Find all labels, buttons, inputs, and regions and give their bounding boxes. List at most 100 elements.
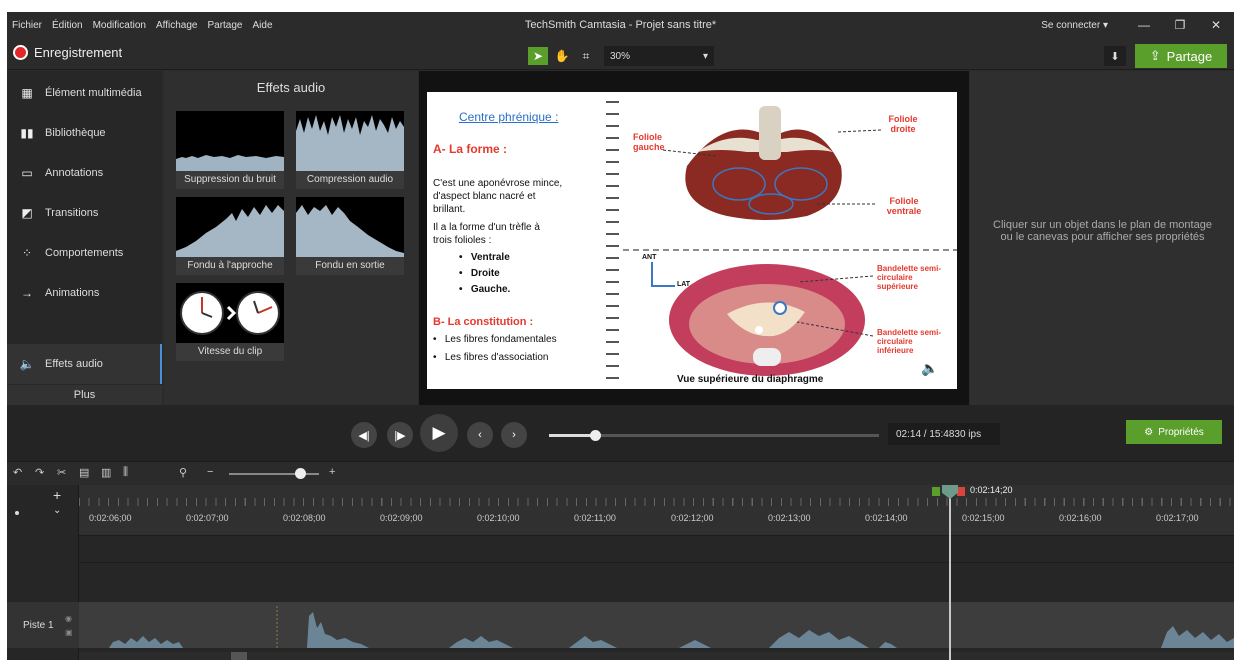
label-ant: ANT [642, 254, 657, 261]
properties-button[interactable]: ⚙ Propriétés [1126, 420, 1222, 444]
audio-waveform [109, 606, 1234, 648]
slide-heading: Centre phrénique : [459, 110, 559, 124]
track-handle-icon [15, 511, 19, 515]
share-label: Partage [1166, 48, 1213, 64]
scrubber-handle[interactable] [590, 430, 602, 441]
label-foliole-ventrale: Foliole ventrale [886, 196, 922, 216]
copy-icon[interactable]: ▤ [79, 466, 89, 479]
restore-icon[interactable]: ❐ [1162, 18, 1198, 32]
more-button[interactable]: Plus [7, 385, 162, 405]
preview-canvas[interactable]: Centre phrénique : A- La forme : C'est u… [419, 71, 969, 405]
record-icon [13, 45, 28, 60]
section-a-title: A- La forme : [433, 142, 508, 156]
selection-start-marker[interactable] [932, 487, 940, 496]
visibility-icon[interactable]: ◉ [65, 614, 72, 623]
section-a-line: d'aspect blanc nacré et [433, 191, 536, 202]
selection-end-marker[interactable] [957, 487, 965, 496]
crop-tool-icon[interactable]: ⌗ [576, 47, 596, 65]
effect-noise-removal[interactable]: Suppression du bruit [176, 111, 284, 189]
sidebar-item-media[interactable]: ▦ Élément multimédia [7, 73, 162, 113]
pan-tool-icon[interactable]: ✋ [552, 47, 572, 65]
main-toolbar: Enregistrement ➤ ✋ ⌗ 30% ▾ ⬇ ⇪ Partage [7, 38, 1234, 70]
section-b-title: B- La constitution : [433, 316, 534, 328]
menu-edition[interactable]: Édition [47, 20, 88, 31]
playback-scrubber[interactable] [549, 430, 879, 441]
sign-in-button[interactable]: Se connecter ▾ [1041, 20, 1108, 31]
ruler-label: 0:02:07;00 [186, 513, 229, 523]
zoom-select[interactable]: 30% ▾ [604, 46, 714, 66]
menu-affichage[interactable]: Affichage [151, 20, 203, 31]
current-time: 02:14 / 15:48 [896, 428, 955, 440]
media-icon: ▦ [21, 86, 33, 100]
zoom-out-icon[interactable]: − [207, 466, 213, 478]
waveform-thumbnail [296, 111, 404, 171]
record-button[interactable]: Enregistrement [13, 45, 122, 60]
sidebar-item-label: Annotations [45, 167, 104, 179]
scrubber-fill [549, 434, 596, 437]
pointer-tool-icon[interactable]: ➤ [528, 47, 548, 65]
undo-icon[interactable]: ↶ [13, 466, 22, 479]
sidebar-item-behaviors[interactable]: ⁘ Comportements [7, 233, 162, 273]
menu-bar: Fichier Édition Modification Affichage P… [7, 12, 1234, 38]
play-icon[interactable]: ▶ [420, 414, 458, 452]
label-lat: LAT [677, 281, 691, 288]
share-button[interactable]: ⇪ Partage [1135, 44, 1227, 68]
clip-speed-thumbnail [176, 283, 284, 343]
zoom-in-icon[interactable]: + [329, 466, 335, 478]
previous-marker-icon[interactable]: ‹ [467, 422, 493, 448]
menu-aide[interactable]: Aide [248, 20, 278, 31]
slide-caption: Vue supérieure du diaphragme [677, 374, 824, 385]
sidebar-item-transitions[interactable]: ◩ Transitions [7, 193, 162, 233]
library-icon: ▮▮ [20, 126, 34, 140]
timeline-zoom-slider[interactable] [229, 468, 319, 479]
timeline-toolbar: ↶ ↷ ✂ ▤ ▥ ⫼ ⚲ − + [7, 461, 1234, 485]
track-label: Piste 1 [23, 619, 54, 631]
timeline-ruler[interactable]: 0:02:06;00 0:02:07;00 0:02:08;00 0:02:09… [79, 485, 1234, 535]
section-a-line: trois folioles : [433, 235, 492, 246]
add-track-icon[interactable]: + [53, 487, 61, 503]
next-marker-icon[interactable]: › [501, 422, 527, 448]
redo-icon[interactable]: ↷ [35, 466, 44, 479]
slide-content: Centre phrénique : A- La forme : C'est u… [427, 92, 957, 389]
bullet-text: Les fibres d'association [444, 352, 549, 363]
menu-fichier[interactable]: Fichier [7, 20, 47, 31]
sidebar-item-library[interactable]: ▮▮ Bibliothèque [7, 113, 162, 153]
properties-hint: Cliquer sur un objet dans le plan de mon… [993, 219, 1212, 243]
effect-fade-in[interactable]: Fondu à l'approche [176, 197, 284, 275]
bullet-text: Les fibres fondamentales [444, 334, 557, 345]
bullet-item: • Ventrale [459, 252, 510, 263]
cut-icon[interactable]: ✂ [57, 466, 66, 479]
audio-clip[interactable] [79, 602, 1234, 648]
step-forward-icon[interactable]: |▶ [387, 422, 413, 448]
effect-clip-speed[interactable]: Vitesse du clip [176, 283, 284, 361]
effect-fade-out[interactable]: Fondu en sortie [296, 197, 404, 275]
animation-icon: → [21, 286, 33, 300]
effect-compression[interactable]: Compression audio [296, 111, 404, 189]
ruler-ticks [79, 498, 1234, 506]
lock-icon[interactable]: ▣ [65, 628, 73, 637]
zoom-slider-handle[interactable] [295, 468, 306, 479]
sidebar-item-annotations[interactable]: ▭ Annotations [7, 153, 162, 193]
track-header-piste-1[interactable]: Piste 1 ◉ ▣ [7, 602, 79, 648]
playhead[interactable] [949, 486, 951, 660]
paste-icon[interactable]: ▥ [101, 466, 111, 479]
ruler-label: 0:02:11;00 [574, 513, 616, 523]
download-icon[interactable]: ⬇ [1104, 46, 1126, 66]
search-icon[interactable]: ⚲ [179, 466, 187, 479]
step-back-icon[interactable]: ◀| [351, 422, 377, 448]
split-icon[interactable]: ⫼ [123, 466, 128, 479]
minimize-icon[interactable]: — [1126, 18, 1162, 32]
close-icon[interactable]: ✕ [1198, 18, 1234, 32]
panel-title: Effets audio [256, 80, 326, 95]
scrollbar-thumb[interactable] [231, 652, 247, 660]
collapse-icon[interactable]: ⌄ [53, 505, 61, 516]
timeline-scrollbar[interactable] [79, 652, 1234, 660]
bullet-text: Droite [470, 268, 500, 279]
menu-partage[interactable]: Partage [202, 20, 247, 31]
bullet-item: • Les fibres fondamentales [433, 334, 557, 345]
sidebar-item-audio-effects[interactable]: 🔈 Effets audio [7, 344, 162, 384]
audio-icon: 🔈 [19, 357, 35, 371]
menu-modification[interactable]: Modification [88, 20, 151, 31]
effect-label: Vitesse du clip [176, 343, 284, 361]
sidebar-item-animations[interactable]: → Animations [7, 273, 162, 313]
